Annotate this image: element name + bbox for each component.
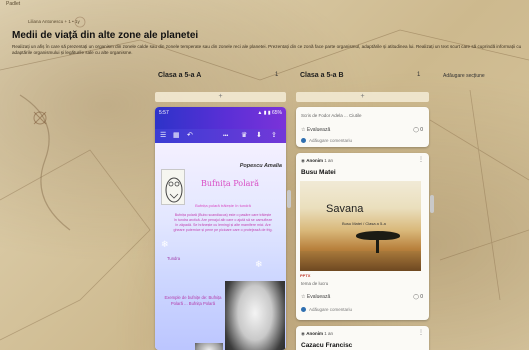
- image-ground: [300, 251, 421, 271]
- avatar: [301, 138, 306, 144]
- column-header-b[interactable]: Clasa a 5-a B: [300, 72, 344, 79]
- post-author: Anonim: [306, 331, 323, 336]
- column-count-b: 1: [417, 72, 421, 78]
- post-time: 1 an: [324, 331, 333, 336]
- status-indicators: ▲ ▮ ▮ 65%: [257, 110, 282, 116]
- comment-count-value: 0: [420, 294, 423, 300]
- comment-count: ◯ 0: [413, 294, 423, 300]
- anon-avatar-icon: ◉: [301, 331, 305, 336]
- board-author: Liliana Antonescu + 1 • 1y: [28, 19, 80, 24]
- post-author-row: ◉ Anonim 1 an: [301, 158, 333, 164]
- scrollbar-column-a[interactable]: [287, 190, 291, 208]
- owl-sketch-image: [161, 169, 185, 205]
- poster-text: Bufnița polară (Bubo scandiacus) este o …: [173, 213, 273, 232]
- add-section-button[interactable]: Adăugare secțiune: [443, 73, 485, 79]
- react-row[interactable]: ☆ Evaluează: [301, 294, 330, 300]
- status-time: 5:57: [159, 110, 169, 116]
- add-comment-label: Adăugare comentariu: [309, 307, 353, 312]
- crown-icon: ♛: [241, 132, 248, 139]
- poster-title: Bufnița Polară: [200, 179, 260, 188]
- image-subtitle: Busu Matei / Clasa a 5-a: [342, 221, 386, 226]
- comment-icon: ◯: [413, 127, 419, 133]
- react-label: Evaluează: [306, 294, 331, 300]
- post-time: 1 an: [324, 158, 333, 163]
- anon-avatar-icon: ◉: [301, 158, 305, 163]
- poster-subtitle: Bufnița polară trăiește în tundră: [195, 203, 251, 208]
- undo-icon: ↶: [187, 132, 193, 139]
- app-title: Padlet: [6, 1, 21, 7]
- star-icon: ☆: [301, 127, 306, 133]
- post-caption: tema de lucru: [301, 281, 329, 286]
- react-row[interactable]: ☆ Evaluează: [301, 127, 330, 133]
- menu-icon: ☰: [160, 132, 167, 139]
- column-count-a: 1: [275, 72, 279, 78]
- add-post-button-a[interactable]: +: [155, 92, 286, 102]
- page-title: Medii de viață din alte zone ale planete…: [12, 30, 199, 41]
- react-label: Evaluează: [306, 127, 331, 133]
- download-icon: ⬇: [256, 132, 262, 139]
- add-comment-row[interactable]: Adăugare comentariu: [301, 307, 353, 313]
- star-icon: ☆: [301, 294, 306, 300]
- column-header-a[interactable]: Clasa a 5-a A: [158, 72, 201, 79]
- snowy-owl-photo-small: [195, 343, 223, 350]
- scrollbar-column-b[interactable]: [430, 195, 434, 213]
- snowflake-icon: ❄: [161, 239, 169, 249]
- image-title: Savana: [326, 203, 364, 215]
- poster-image: Popescu Amalia Bufnița Polară Bufnița po…: [155, 143, 286, 350]
- card-text: Scris de Fodor Adela ... Ciutile: [301, 113, 362, 118]
- post-card-poster[interactable]: 5:57 ▲ ▮ ▮ 65% ☰ ▦ ↶ ••• ♛ ⬇ ⇪ Popescu A…: [155, 107, 286, 350]
- more-icon: •••: [223, 133, 229, 139]
- tree-trunk: [376, 239, 379, 253]
- file-type-badge: PPTX: [300, 273, 311, 278]
- share-icon: ⇪: [271, 132, 277, 139]
- phone-toolbar: ☰ ▦ ↶ ••• ♛ ⬇ ⇪: [155, 129, 286, 143]
- poster-habitat: Tundra: [167, 256, 181, 261]
- poster-examples: Exemple de bufnițe de: Bufnița Polară ..…: [164, 295, 222, 306]
- comment-icon: ◯: [413, 294, 419, 300]
- post-title: Cazacu Francisc: [301, 342, 353, 349]
- more-options-icon[interactable]: ⋮: [418, 156, 424, 163]
- avatar: [301, 307, 306, 313]
- owl-icon: [165, 177, 183, 203]
- comment-count-value: 0: [420, 127, 423, 133]
- more-options-icon[interactable]: ⋮: [418, 329, 424, 336]
- acacia-tree: [356, 231, 400, 240]
- phone-status-bar: 5:57 ▲ ▮ ▮ 65%: [155, 107, 286, 129]
- post-card-savana[interactable]: ◉ Anonim 1 an ⋮ Busu Matei Savana Busu M…: [296, 153, 429, 320]
- add-comment-label: Adăugare comentariu: [309, 138, 353, 143]
- snowflake-icon: ❄: [255, 259, 263, 269]
- comment-count: ◯ 0: [413, 127, 423, 133]
- poster-author: Popescu Amalia: [239, 163, 282, 169]
- savana-image[interactable]: Savana Busu Matei / Clasa a 5-a: [300, 181, 421, 271]
- post-title: Busu Matei: [301, 169, 336, 176]
- page-description: Realizați un afiș în care să prezentați …: [12, 44, 522, 55]
- snowy-owl-photo: [225, 281, 285, 350]
- add-post-button-b[interactable]: +: [296, 92, 429, 102]
- post-author-row: ◉ Anonim 1 an: [301, 331, 333, 337]
- post-author: Anonim: [306, 158, 323, 163]
- add-comment-row[interactable]: Adăugare comentariu: [301, 138, 353, 144]
- grid-icon: ▦: [173, 132, 180, 139]
- post-card-cazacu[interactable]: ◉ Anonim 1 an ⋮ Cazacu Francisc: [296, 326, 429, 350]
- post-card-top[interactable]: Scris de Fodor Adela ... Ciutile ☆ Evalu…: [296, 107, 429, 147]
